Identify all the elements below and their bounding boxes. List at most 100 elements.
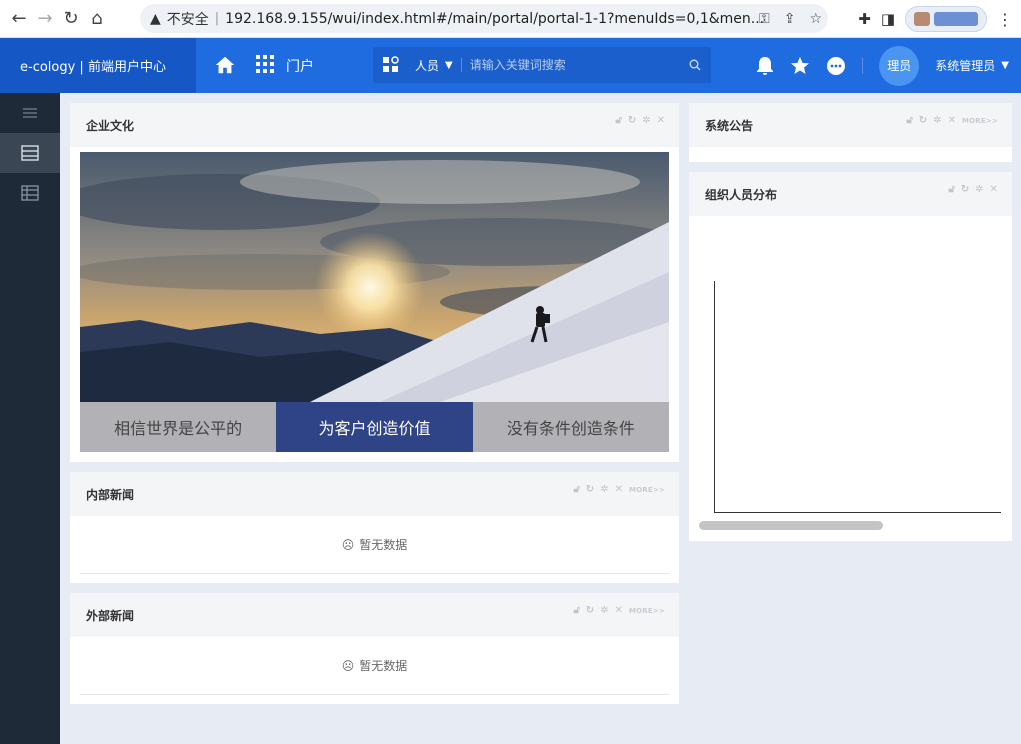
forward-arrow-icon[interactable]: → [32,6,58,32]
bell-icon[interactable] [756,56,774,76]
close-icon[interactable]: ✕ [948,115,956,126]
empty-state: ☹ 暂无数据 [80,637,669,695]
warning-icon: ▲ [150,10,161,27]
search-input[interactable] [469,58,679,72]
sidebar-item-table[interactable] [0,173,60,213]
close-icon[interactable]: ✕ [990,184,998,195]
refresh-icon[interactable]: ↻ [961,184,969,195]
app-switch-icon[interactable] [373,56,409,74]
left-sidebar [0,93,60,744]
refresh-icon[interactable]: ↻ [586,605,594,616]
lock-icon[interactable]: 🔓︎ [948,184,954,195]
culture-tab-3[interactable]: 没有条件创造条件 [472,402,669,452]
browser-toolbar: ← → ↻ ⌂ ▲ 不安全 | 192.168.9.155/wui/index.… [0,0,1021,38]
favorite-star-icon[interactable] [790,56,810,76]
refresh-icon[interactable]: ↻ [628,115,636,126]
close-icon[interactable]: ✕ [615,484,623,495]
sidebar-item-portal[interactable] [0,133,60,173]
empty-text: 暂无数据 [359,538,408,552]
bookmark-star-icon[interactable]: ☆ [809,11,822,27]
internal-news-header: 内部新闻 🔓︎ ↻ ✲ ✕ MORE>> [70,472,679,516]
empty-state: ☹ 暂无数据 [80,516,669,574]
sad-face-icon: ☹ [341,658,355,673]
external-news-panel: 外部新闻 🔓︎ ↻ ✲ ✕ MORE>> ☹ 暂无数据 [70,593,679,704]
home-icon[interactable]: ⌂ [84,6,110,32]
more-options-icon[interactable] [826,56,846,76]
refresh-icon[interactable]: ↻ [586,484,594,495]
address-separator: | [214,11,220,26]
key-icon[interactable]: ⚿ [759,11,770,27]
sad-face-icon: ☹ [341,537,355,552]
portal-menu-label[interactable]: 门户 [286,56,314,76]
layout-icon [21,145,39,161]
app-header: e-cology | 前端用户中心 门户 人员 ▼ 理员 系统管理员 ▼ [0,38,1021,93]
avatar[interactable]: 理员 [879,45,920,86]
panel-title: 外部新闻 [86,608,135,623]
panel-tools: 🔓︎ ↻ ✲ ✕ MORE>> [906,115,998,126]
back-arrow-icon[interactable]: ← [6,6,32,32]
empty-text: 暂无数据 [359,659,408,673]
lock-icon[interactable]: 🔓︎ [615,115,621,126]
sidebar-toggle[interactable] [0,93,60,133]
panel-tools: 🔓︎ ↻ ✲ ✕ MORE>> [573,484,665,495]
search-scope-label: 人员 [415,58,440,73]
internal-news-panel: 内部新闻 🔓︎ ↻ ✲ ✕ MORE>> ☹ 暂无数据 [70,472,679,583]
more-link[interactable]: MORE>> [629,607,665,615]
nav-divider [862,57,864,74]
extensions-puzzle-icon[interactable]: ✚ [858,10,871,28]
panel-tools: 🔓︎ ↻ ✲ ✕ MORE>> [573,605,665,616]
announcement-panel: 系统公告 🔓︎ ↻ ✲ ✕ MORE>> [689,103,1012,162]
refresh-icon[interactable]: ↻ [919,115,927,126]
search-icon[interactable] [679,59,711,71]
close-icon[interactable]: ✕ [615,605,623,616]
more-link[interactable]: MORE>> [629,486,665,494]
home-icon[interactable] [214,54,236,76]
more-link[interactable]: MORE>> [962,117,998,125]
culture-panel-header: 企业文化 🔓︎ ↻ ✲ ✕ [70,103,679,147]
settings-gear-icon[interactable]: ✲ [975,184,983,195]
chevron-down-icon: ▼ [1001,60,1009,71]
user-menu[interactable]: 系统管理员 ▼ [935,57,1009,74]
distribution-chart [699,281,1001,530]
brand-title[interactable]: e-cology | 前端用户中心 [0,38,196,93]
distribution-header: 组织人员分布 🔓︎ ↻ ✲ ✕ [689,172,1012,216]
distribution-panel: 组织人员分布 🔓︎ ↻ ✲ ✕ [689,172,1012,541]
lock-icon[interactable]: 🔓︎ [906,115,912,126]
culture-tab-1[interactable]: 相信世界是公平的 [80,402,277,452]
sidepanel-icon[interactable]: ◨ [881,10,895,28]
apps-grid-icon[interactable] [256,55,274,73]
url-text[interactable]: 192.168.9.155/wui/index.html#/main/porta… [225,11,764,27]
culture-tab-2[interactable]: 为客户创造价值 [276,402,473,452]
settings-gear-icon[interactable]: ✲ [600,484,608,495]
insecure-label: 不安全 [166,11,209,28]
menu-collapse-icon [23,108,37,118]
search-divider [460,58,462,72]
panel-title: 组织人员分布 [705,187,778,202]
user-name: 系统管理员 [935,59,996,73]
settings-gear-icon[interactable]: ✲ [933,115,941,126]
reload-icon[interactable]: ↻ [58,6,84,32]
horizontal-scrollbar [699,521,883,530]
close-icon[interactable]: ✕ [657,115,665,126]
culture-banner: 相信世界是公平的 为客户创造价值 没有条件创造条件 [80,152,669,452]
address-bar[interactable]: ▲ 不安全 | 192.168.9.155/wui/index.html#/ma… [140,4,828,33]
settings-gear-icon[interactable]: ✲ [642,115,650,126]
search-scope-select[interactable]: 人员 ▼ [415,57,453,74]
lock-icon[interactable]: 🔓︎ [573,605,579,616]
share-icon[interactable]: ⇪ [784,11,796,27]
table-icon [21,185,39,201]
panel-title: 系统公告 [705,118,754,133]
settings-gear-icon[interactable]: ✲ [600,605,608,616]
panel-tools: 🔓︎ ↻ ✲ ✕ [615,115,665,126]
chevron-down-icon: ▼ [445,59,453,71]
lock-icon[interactable]: 🔓︎ [573,484,579,495]
panel-title: 内部新闻 [86,487,135,502]
panel-title: 企业文化 [86,118,135,133]
profile-chip[interactable] [905,6,987,32]
announcement-header: 系统公告 🔓︎ ↻ ✲ ✕ MORE>> [689,103,1012,147]
panel-tools: 🔓︎ ↻ ✲ ✕ [948,184,998,195]
culture-panel: 企业文化 🔓︎ ↻ ✲ ✕ 相信世界是公平的 为客户创造价值 没有条件创造条件 [70,103,679,462]
global-search: 人员 ▼ [373,47,711,83]
menu-dots-icon[interactable]: ⋮ [997,10,1013,29]
culture-tabs: 相信世界是公平的 为客户创造价值 没有条件创造条件 [80,402,669,452]
